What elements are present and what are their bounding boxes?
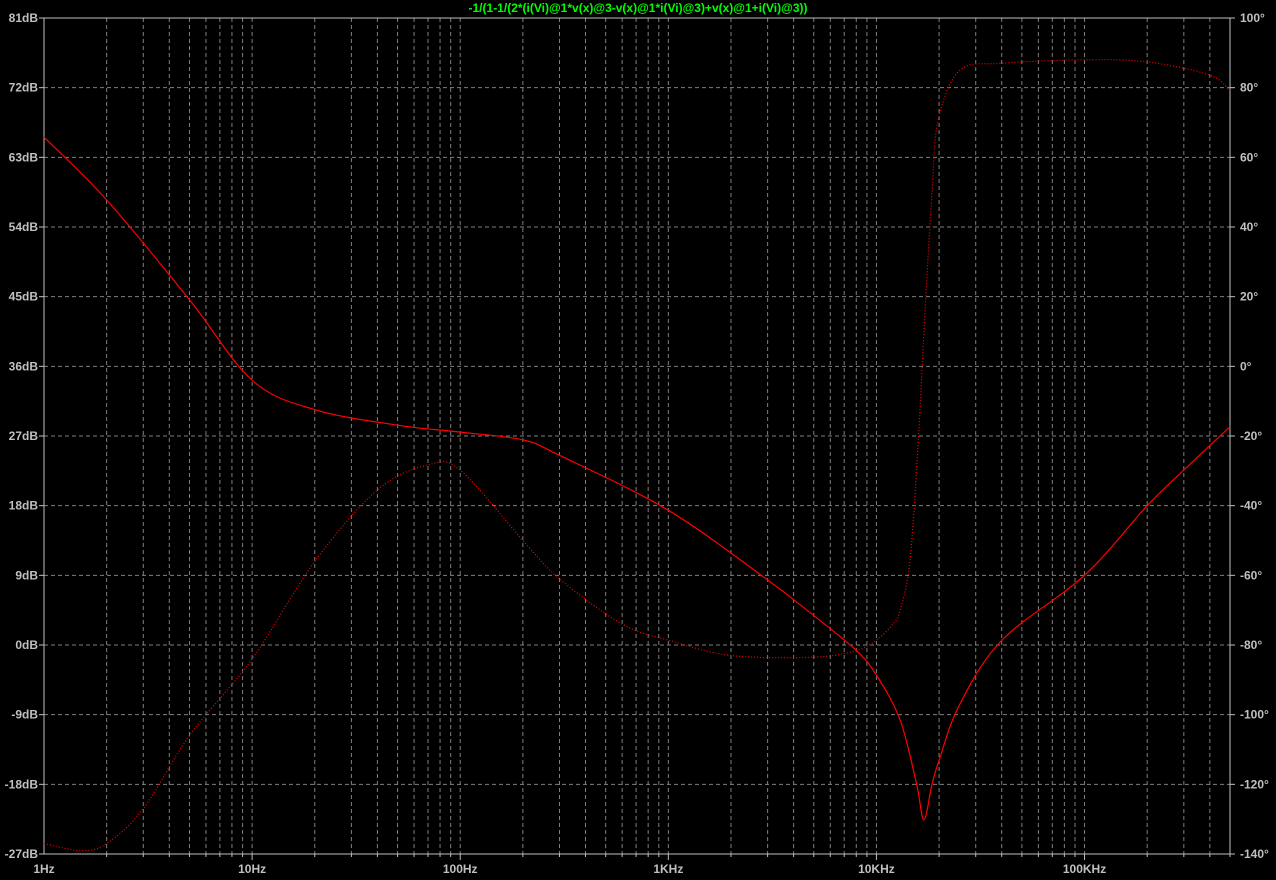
y-left-tick-label: 0dB bbox=[15, 638, 38, 652]
y-left-tick-label: -18dB bbox=[5, 777, 39, 791]
bode-plot: 81dB 72dB 63dB 54dB 45dB 36dB 27dB 18dB 9dB 0dB -9… bbox=[5, 11, 1269, 876]
y-left-tick-label: -27dB bbox=[5, 847, 39, 861]
y-left-tick-label: 45dB bbox=[9, 290, 39, 304]
y-right-tick-label: -20° bbox=[1240, 429, 1262, 443]
y-left-tick-label: 81dB bbox=[9, 11, 39, 25]
y-right-tick-label: 100° bbox=[1240, 11, 1265, 25]
y-left-tick-label: 36dB bbox=[9, 359, 39, 373]
x-tick-label: 10KHz bbox=[858, 862, 895, 876]
y-right-tick-label: -80° bbox=[1240, 638, 1262, 652]
y-left-tick-label: 9dB bbox=[15, 568, 38, 582]
x-tick-label: 1Hz bbox=[33, 862, 54, 876]
y-right-tick-label: 20° bbox=[1240, 290, 1258, 304]
x-tick-label: 100KHz bbox=[1063, 862, 1106, 876]
y-left-tick-label: 27dB bbox=[9, 429, 39, 443]
y-right-tick-label: -100° bbox=[1240, 708, 1269, 722]
y-right-tick-label: -60° bbox=[1240, 568, 1262, 582]
y-left-tick-label: 72dB bbox=[9, 81, 39, 95]
y-left-tick-label: 18dB bbox=[9, 499, 39, 513]
y-right-tick-label: 80° bbox=[1240, 81, 1258, 95]
x-tick-label: 1KHz bbox=[653, 862, 683, 876]
y-right-tick-label: -120° bbox=[1240, 777, 1269, 791]
y-left-tick-label: 63dB bbox=[9, 150, 39, 164]
y-left-tick-label: 54dB bbox=[9, 220, 39, 234]
y-right-tick-label: 40° bbox=[1240, 220, 1258, 234]
y-right-tick-label: -40° bbox=[1240, 499, 1262, 513]
y-right-tick-label: -140° bbox=[1240, 847, 1269, 861]
magnitude-series-line bbox=[43, 136, 1231, 821]
y-right-tick-label: 0° bbox=[1240, 359, 1252, 373]
y-right-tick-label: 60° bbox=[1240, 150, 1258, 164]
x-tick-label: 100Hz bbox=[443, 862, 478, 876]
y-left-tick-label: -9dB bbox=[11, 708, 38, 722]
x-tick-label: 10Hz bbox=[238, 862, 266, 876]
